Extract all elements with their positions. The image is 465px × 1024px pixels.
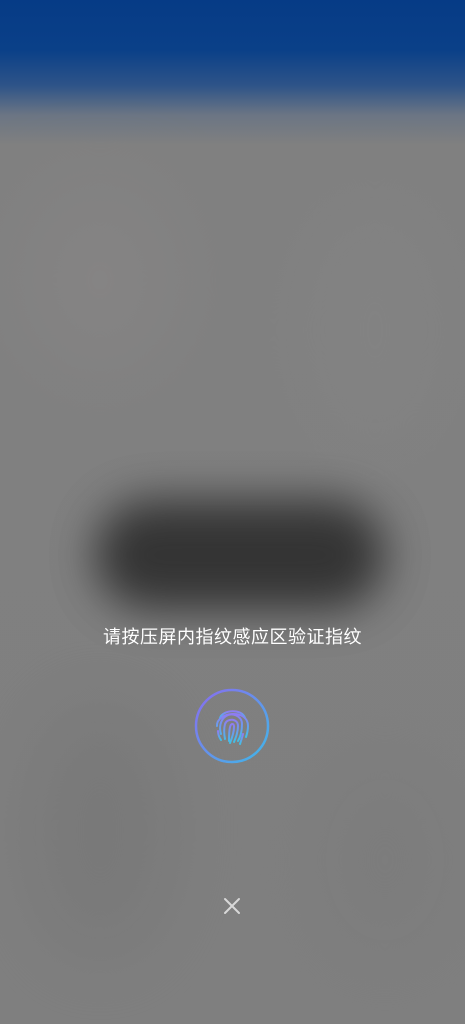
fingerprint-icon xyxy=(194,688,270,764)
blurred-background-patch xyxy=(300,200,450,460)
fingerprint-auth-screen: 请按压屏内指纹感应区验证指纹 xyxy=(0,0,465,1024)
close-icon xyxy=(224,898,240,914)
blurred-background-patch xyxy=(320,760,450,960)
blurred-background-patch xyxy=(30,700,170,960)
blurred-background-patch xyxy=(20,180,180,380)
close-button[interactable] xyxy=(218,892,246,920)
fingerprint-sensor-button[interactable] xyxy=(194,688,270,764)
fingerprint-prompt-text: 请按压屏内指纹感应区验证指纹 xyxy=(103,627,362,648)
blurred-dark-band xyxy=(95,500,385,610)
